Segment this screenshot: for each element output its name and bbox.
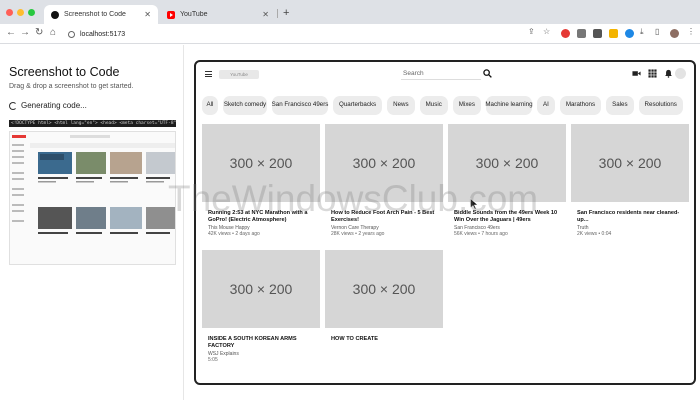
chip-quarterbacks[interactable]: Quarterbacks <box>333 95 383 115</box>
chip-resolutions[interactable]: Resolutions <box>638 95 683 115</box>
chip-sketch-comedy[interactable]: Sketch comedy <box>223 95 267 115</box>
logo-placeholder[interactable]: YouTube <box>219 70 259 79</box>
url-text: localhost:5173 <box>80 30 126 38</box>
chip-all[interactable]: All <box>202 95 218 115</box>
video-card[interactable]: 300 × 200 INSIDE A SOUTH KOREAN ARMS FAC… <box>202 250 320 370</box>
extension-dark-icon[interactable] <box>593 29 602 38</box>
video-title[interactable]: Biddle Sounds from the 49ers Week 10 Win… <box>448 210 566 224</box>
code-preview-frame: YouTube All Sketch comedy San Francisco … <box>194 60 696 385</box>
close-tab-icon[interactable]: ✕ <box>144 10 151 19</box>
chip-marathons[interactable]: Marathons <box>559 95 602 115</box>
sidepanel-icon[interactable]: ▯ <box>655 27 659 37</box>
search-icon[interactable] <box>483 69 492 78</box>
chip-mixes[interactable]: Mixes <box>452 95 481 115</box>
tab-youtube[interactable]: YouTube ✕ <box>160 5 276 24</box>
loading-spinner-icon <box>9 101 17 110</box>
video-card[interactable]: 300 × 200 HOW TO CREATE <box>325 250 443 370</box>
close-tab-icon[interactable]: ✕ <box>262 10 269 19</box>
video-title[interactable]: INSIDE A SOUTH KOREAN ARMS FACTORY <box>202 336 320 350</box>
category-chips: All Sketch comedy San Francisco 49ers Qu… <box>202 94 694 116</box>
yt-header: YouTube <box>196 62 694 88</box>
video-card[interactable]: 300 × 200 Running 2:53 at NYC Marathon w… <box>202 124 320 244</box>
page-subtitle: Drag & drop a screenshot to get started. <box>9 83 134 90</box>
close-window-button[interactable] <box>6 9 13 16</box>
tab-title: Screenshot to Code <box>64 11 126 18</box>
chip-ai[interactable]: AI <box>536 95 555 115</box>
back-icon[interactable]: ← <box>6 27 16 39</box>
notifications-bell-icon[interactable] <box>664 69 673 78</box>
extension-yellow-icon[interactable] <box>609 29 618 38</box>
generation-status: Generating code... <box>9 101 87 110</box>
apps-grid-icon[interactable] <box>648 69 657 78</box>
video-card[interactable]: 300 × 200 How to Reduce Foot Arch Pain -… <box>325 124 443 244</box>
extension-red-icon[interactable] <box>561 29 570 38</box>
video-meta: 5:05 <box>208 357 218 363</box>
chip-news[interactable]: News <box>387 95 415 115</box>
chip-sales[interactable]: Sales <box>606 95 634 115</box>
video-thumbnail-placeholder[interactable]: 300 × 200 <box>325 250 443 328</box>
video-card[interactable]: 300 × 200 Biddle Sounds from the 49ers W… <box>448 124 566 244</box>
home-icon[interactable]: ⌂ <box>50 27 56 39</box>
maximize-window-button[interactable] <box>28 9 35 16</box>
share-icon[interactable]: ⇪ <box>528 27 535 37</box>
tab-screenshot-to-code[interactable]: Screenshot to Code ✕ <box>44 5 158 24</box>
extension-blue-icon[interactable] <box>625 29 634 38</box>
page-title: Screenshot to Code <box>9 65 120 79</box>
create-video-icon[interactable] <box>632 69 641 78</box>
chip-music[interactable]: Music <box>419 95 448 115</box>
search-input[interactable] <box>401 68 481 80</box>
mouse-pointer-icon <box>470 198 479 210</box>
screenshot-to-code-favicon-icon <box>51 10 59 19</box>
video-title[interactable]: San Francisco residents near cleaned-up.… <box>571 210 689 224</box>
profile-avatar[interactable] <box>670 29 679 38</box>
app-sidebar: Screenshot to Code Drag & drop a screens… <box>0 45 184 400</box>
chip-san-francisco-49ers[interactable]: San Francisco 49ers <box>272 95 328 115</box>
code-output: <!DOCTYPE html> <html lang="en"> <head> … <box>9 120 176 127</box>
new-tab-button[interactable]: + <box>283 7 289 19</box>
status-text: Generating code... <box>21 101 87 110</box>
forward-icon[interactable]: → <box>20 27 30 39</box>
extension-gray-icon[interactable] <box>577 29 586 38</box>
browser-tab-strip: Screenshot to Code ✕ YouTube ✕ + <box>0 0 700 24</box>
video-title[interactable]: HOW TO CREATE <box>325 336 443 350</box>
address-bar: ← → ↻ ⌂ localhost:5173 ⇪ ☆ ⤓ ▯ ⋮ <box>0 24 700 44</box>
video-meta: 42K views • 2 days ago <box>208 231 260 237</box>
video-thumbnail-placeholder[interactable]: 300 × 200 <box>571 124 689 202</box>
bookmark-star-icon[interactable]: ☆ <box>543 27 550 37</box>
video-card[interactable]: 300 × 200 San Francisco residents near c… <box>571 124 689 244</box>
video-title[interactable]: How to Reduce Foot Arch Pain - 5 Best Ex… <box>325 210 443 224</box>
video-meta: 2K views • 0:04 <box>577 231 612 237</box>
url-field[interactable]: localhost:5173 <box>62 27 520 41</box>
video-title[interactable]: Running 2:53 at NYC Marathon with a GoPr… <box>202 210 320 224</box>
menu-icon[interactable] <box>205 71 212 77</box>
youtube-favicon-icon <box>167 10 175 19</box>
browser-menu-icon[interactable]: ⋮ <box>687 27 695 37</box>
screenshot-preview-image <box>10 132 175 264</box>
minimize-window-button[interactable] <box>17 9 24 16</box>
site-info-icon[interactable] <box>68 30 75 38</box>
video-meta: 28K views • 2 years ago <box>331 231 385 237</box>
uploaded-screenshot-thumbnail <box>9 131 176 265</box>
chip-machine-learning[interactable]: Machine learning <box>485 95 533 115</box>
video-thumbnail-placeholder[interactable]: 300 × 200 <box>448 124 566 202</box>
video-thumbnail-placeholder[interactable]: 300 × 200 <box>202 124 320 202</box>
video-meta: 56K views • 7 hours ago <box>454 231 508 237</box>
user-avatar[interactable] <box>675 68 686 79</box>
video-thumbnail-placeholder[interactable]: 300 × 200 <box>202 250 320 328</box>
video-thumbnail-placeholder[interactable]: 300 × 200 <box>325 124 443 202</box>
tab-divider <box>277 9 278 18</box>
tab-title: YouTube <box>180 11 208 18</box>
reload-icon[interactable]: ↻ <box>35 27 43 39</box>
download-icon[interactable]: ⤓ <box>640 27 644 37</box>
